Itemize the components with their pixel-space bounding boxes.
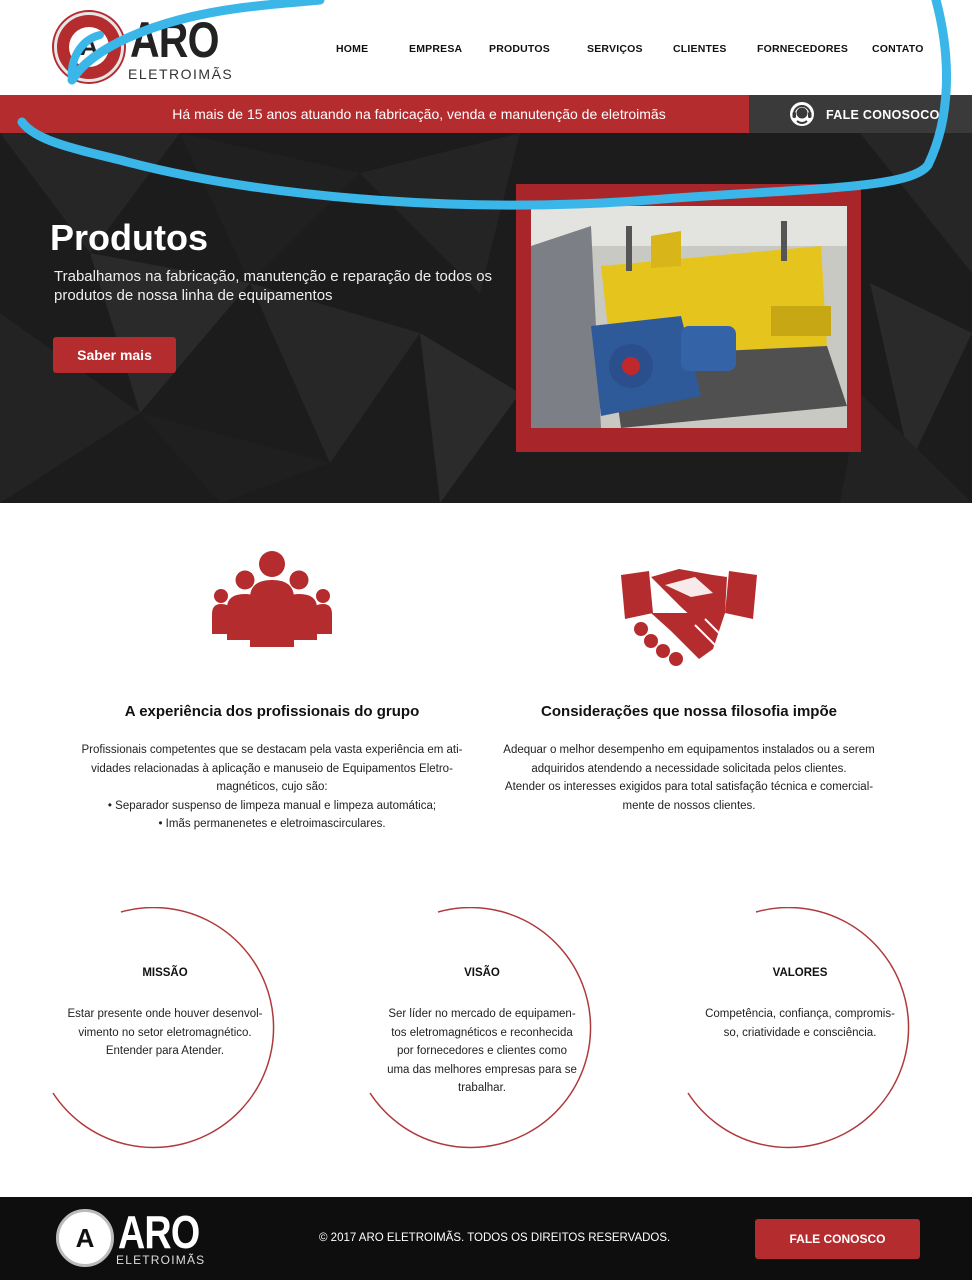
card-line: vimento no setor eletromagnético.: [78, 1026, 252, 1039]
feature-line: Atender os interesses exigidos para tota…: [504, 781, 874, 793]
footer-logo-mark: A: [75, 1223, 95, 1253]
vision-card: VISÃO Ser líder no mercado de equipamen-…: [360, 907, 604, 1151]
feature-line: • Separador suspenso de limpeza manual e…: [107, 799, 437, 812]
logo-subtitle: ELETROIMÃS: [128, 66, 234, 82]
vision-title: VISÃO: [464, 967, 500, 979]
nav-servicos[interactable]: SERVIÇOS: [587, 43, 643, 55]
tagline-text: Há mais de 15 anos atuando na fabricação…: [172, 106, 666, 122]
feature-line: magnéticos, cujo são:: [216, 781, 328, 793]
hero-title: Produtos: [50, 217, 208, 258]
feature-title-experience: A experiência dos profissionais do grupo: [124, 703, 420, 720]
card-line: Estar presente onde houver desenvol-: [67, 1008, 263, 1020]
headset-icon: [790, 102, 814, 126]
mission-text: Estar presente onde houver desenvol- vim…: [57, 1005, 273, 1061]
copyright-text: © 2017 ARO ELETROIMÃS. TODOS OS DIREITOS…: [319, 1232, 671, 1244]
feature-line: mente de nossos clientes.: [622, 799, 756, 812]
nav-fornecedores[interactable]: FORNECEDORES: [757, 43, 848, 55]
card-line: Competência, confiança, compromis-: [705, 1008, 895, 1020]
feature-title-philosophy: Considerações que nossa filosofia impõe: [541, 703, 837, 720]
values-text: Competência, confiança, compromis- so, c…: [692, 1005, 908, 1042]
card-line: uma das melhores empresas para se: [387, 1063, 577, 1076]
vision-text: Ser líder no mercado de equipamen- tos e…: [374, 1005, 590, 1098]
card-line: por fornecedores e clientes como: [396, 1045, 568, 1057]
nav-clientes[interactable]: CLIENTES: [673, 43, 727, 55]
mission-card: MISSÃO Estar presente onde houver desenv…: [43, 907, 287, 1151]
footer-logo-subtitle: ELETROIMÃS: [116, 1253, 206, 1267]
feature-line: • Imãs permanenetes e eletroimascircular…: [158, 818, 386, 830]
nav-produtos[interactable]: PRODUTOS: [489, 43, 550, 55]
contact-us-link[interactable]: FALE CONOSOCO: [749, 95, 972, 133]
values-card: VALORES Competência, confiança, compromi…: [678, 907, 922, 1151]
feature-text-experience: Profissionais competentes que se destaca…: [72, 741, 472, 834]
feature-text-philosophy: Adequar o melhor desempenho em equipamen…: [489, 741, 889, 815]
footer-logo-wordmark: ARO: [118, 1206, 200, 1258]
group-people-icon: [212, 551, 332, 647]
nav-home[interactable]: HOME: [336, 43, 368, 55]
card-line: trabalhar.: [458, 1082, 506, 1094]
logo-wordmark: ARO: [130, 12, 219, 68]
site-footer: A ARO ELETROIMÃS © 2017 ARO ELETROIMÃS. …: [0, 1197, 972, 1280]
footer-logo[interactable]: A ARO ELETROIMÃS: [56, 1206, 206, 1269]
hero-product-photo: [531, 206, 847, 428]
fale-conosco-button[interactable]: FALE CONOSCO: [755, 1219, 920, 1259]
mission-title: MISSÃO: [142, 967, 188, 979]
contact-us-label: FALE CONOSOCO: [826, 108, 940, 122]
feature-line: Profissionais competentes que se destaca…: [81, 744, 463, 756]
hero-description: Trabalhamos na fabricação, manutenção e …: [54, 268, 493, 304]
card-line: tos eletromagnéticos e reconhecida: [391, 1026, 573, 1039]
main-nav: HOME EMPRESA PRODUTOS SERVIÇOS CLIENTES …: [0, 43, 972, 57]
saber-mais-button[interactable]: Saber mais: [53, 337, 176, 373]
feature-line: Adequar o melhor desempenho em equipamen…: [503, 744, 875, 756]
card-line: so, criatividade e consciência.: [723, 1026, 877, 1039]
hero-product-photo-frame: [516, 184, 861, 452]
site-header: A ARO ELETROIMÃS HOME EMPRESA PRODUTOS S…: [0, 0, 972, 95]
card-line: Ser líder no mercado de equipamen-: [388, 1008, 576, 1020]
card-line: Entender para Atender.: [105, 1045, 225, 1057]
handshake-icon: [621, 569, 757, 666]
nav-empresa[interactable]: EMPRESA: [409, 43, 462, 55]
feature-line: adquiridos atendendo a necessidade solic…: [531, 762, 847, 775]
feature-line: vidades relacionadas à aplicação e manus…: [91, 762, 453, 775]
values-title: VALORES: [772, 967, 828, 979]
footer-logo-emblem: A: [56, 1209, 114, 1267]
hero-banner: Produtos Trabalhamos na fabricação, manu…: [0, 133, 972, 503]
nav-contato[interactable]: CONTATO: [872, 43, 924, 55]
